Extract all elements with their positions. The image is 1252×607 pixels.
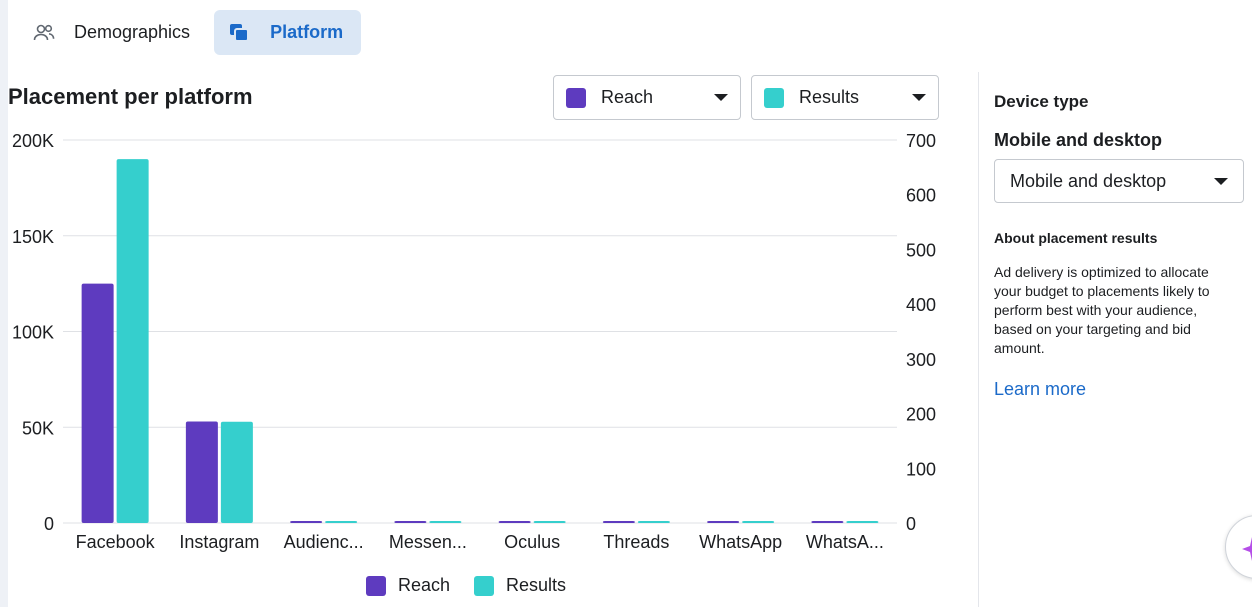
x-tick-label: Facebook (76, 532, 156, 552)
x-tick-label: Oculus (504, 532, 560, 552)
bar-results-4[interactable] (533, 521, 566, 523)
learn-more-link[interactable]: Learn more (994, 379, 1086, 400)
bar-reach-3[interactable] (394, 521, 427, 523)
device-type-title: Device type (994, 92, 1089, 111)
results-swatch (764, 87, 784, 108)
platform-icon (228, 21, 252, 45)
y-right-tick-label: 700 (906, 131, 936, 151)
device-type-select[interactable]: Mobile and desktop (994, 159, 1244, 203)
chevron-down-icon (1214, 177, 1228, 185)
y-right-tick-label: 100 (906, 459, 936, 479)
y-axis-left: 0 50K 100K 150K 200K (12, 131, 54, 534)
x-tick-label: Threads (603, 532, 669, 552)
device-type-panel: Device type Mobile and desktop Mobile an… (994, 88, 1244, 400)
x-tick-label: WhatsApp (699, 532, 782, 552)
placement-bar-chart: 050K100K150K200K 0100200300400500600700 … (12, 131, 936, 552)
legend-item-reach[interactable]: Reach (366, 575, 450, 596)
x-tick-label: Instagram (179, 532, 259, 552)
bar-results-6[interactable] (742, 521, 775, 523)
bar-reach-2[interactable] (290, 521, 323, 523)
bar-results-0[interactable] (116, 159, 149, 523)
y-right-tick-label: 0 (906, 514, 916, 534)
reach-metric-label: Reach (601, 87, 654, 107)
bar-reach-1[interactable] (185, 421, 218, 523)
legend-swatch-reach (366, 575, 386, 596)
people-icon (32, 21, 56, 45)
bar-results-1[interactable] (220, 421, 253, 523)
tab-demographics-label: Demographics (74, 22, 191, 42)
y-left-tick-label: 150K (12, 227, 54, 247)
chevron-down-icon (912, 94, 926, 101)
y-left-tick-label: 50K (22, 418, 54, 438)
sparkle-icon (1240, 536, 1252, 567)
x-tick-label: Audienc... (284, 532, 364, 552)
legend-item-results[interactable]: Results (474, 575, 566, 596)
device-type-subhead: Mobile and desktop (994, 130, 1163, 150)
bar-reach-7[interactable] (811, 521, 844, 523)
chart-legend: Reach Results (366, 575, 566, 596)
tab-bar: Demographics Platform (18, 10, 362, 55)
chart-bars (81, 159, 879, 523)
y-right-tick-label: 600 (906, 186, 936, 206)
chevron-down-icon (714, 94, 728, 101)
results-metric-label: Results (799, 87, 860, 107)
about-placement-title: About placement results (994, 230, 1158, 246)
bar-reach-0[interactable] (81, 283, 114, 523)
bar-reach-6[interactable] (707, 521, 740, 523)
bar-results-2[interactable] (325, 521, 358, 523)
chart-title: Placement per platform (8, 84, 253, 109)
about-placement-text: Ad delivery is optimized to allocate you… (994, 264, 1210, 356)
device-type-select-value: Mobile and desktop (1010, 170, 1167, 191)
x-tick-label: WhatsA... (806, 532, 884, 552)
results-metric-dropdown[interactable]: Results (751, 75, 939, 120)
tab-demographics[interactable]: Demographics (18, 10, 208, 55)
bar-results-3[interactable] (429, 521, 462, 523)
x-tick-label: Messen... (389, 532, 467, 552)
y-left-tick-label: 0 (44, 514, 54, 534)
bar-results-5[interactable] (637, 521, 670, 523)
y-left-tick-label: 100K (12, 323, 54, 343)
bar-results-7[interactable] (846, 521, 879, 523)
legend-swatch-results (474, 575, 495, 596)
reach-metric-dropdown[interactable]: Reach (553, 75, 741, 120)
tab-platform-label: Platform (270, 22, 344, 42)
bar-reach-5[interactable] (602, 521, 635, 523)
y-left-tick-label: 200K (12, 131, 54, 151)
y-right-tick-label: 400 (906, 295, 936, 315)
y-right-tick-label: 500 (906, 240, 936, 260)
y-axis-right: 0 100 200 300 400 500 600 700 (906, 131, 936, 534)
y-right-tick-label: 200 (906, 405, 936, 425)
y-right-tick-label: 300 (906, 350, 936, 370)
legend-label-reach: Reach (398, 575, 451, 595)
legend-label-results: Results (506, 575, 567, 595)
panel-divider (978, 72, 979, 607)
tab-platform[interactable]: Platform (214, 10, 362, 55)
assistant-button[interactable] (1225, 515, 1252, 579)
x-axis-labels: Facebook Instagram Audienc... Messen... Ocul… (76, 532, 884, 552)
bar-reach-4[interactable] (498, 521, 531, 523)
reach-swatch (566, 87, 586, 108)
